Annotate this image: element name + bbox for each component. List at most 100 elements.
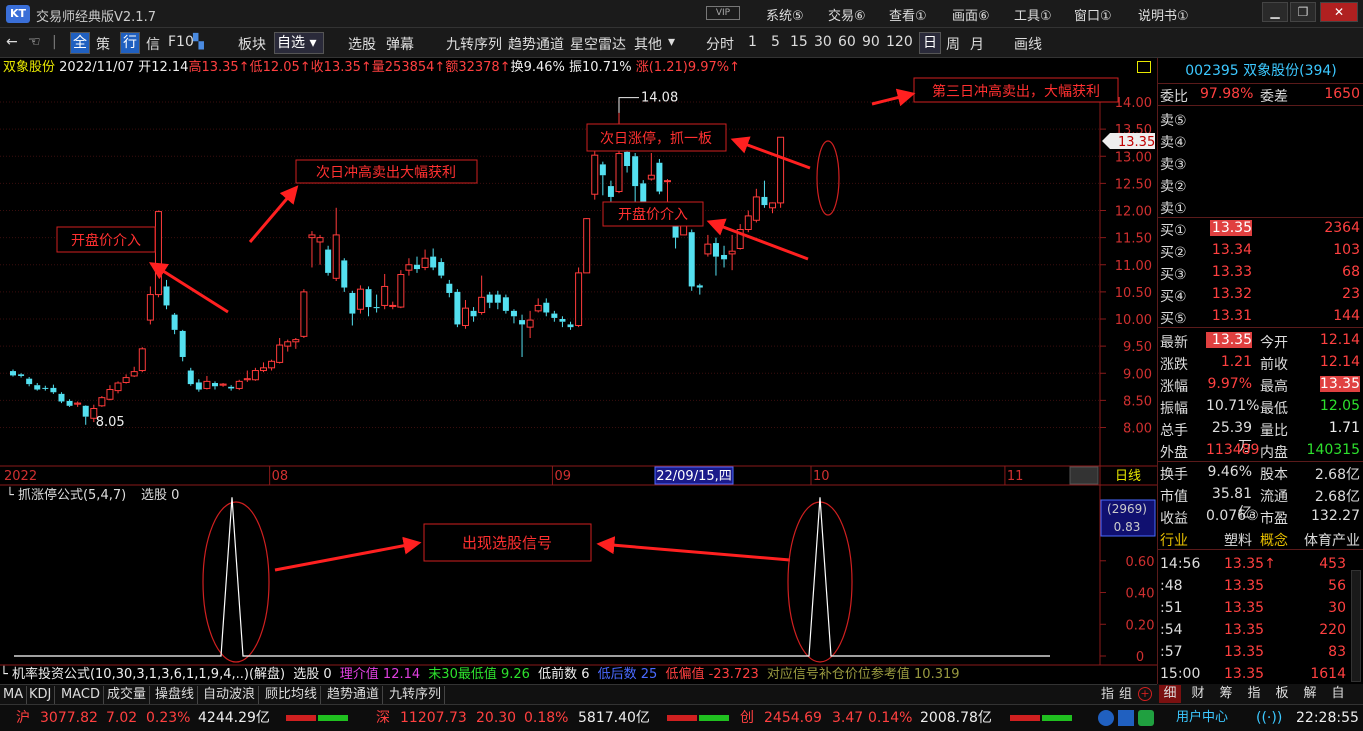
tab-detail[interactable]: 细 xyxy=(1159,685,1181,703)
period-fenshi[interactable]: 分时 xyxy=(706,34,734,54)
candle xyxy=(26,377,33,387)
tool-trend[interactable]: 趋势通道 xyxy=(508,34,564,54)
period-1[interactable]: 1 xyxy=(748,34,757,50)
tool-bankuai[interactable]: 板块 xyxy=(238,34,266,54)
price-tick-label: 9.00 xyxy=(1123,367,1152,382)
tab-custom[interactable]: 自 xyxy=(1327,685,1349,703)
stat-value: 2.68亿 xyxy=(1314,489,1360,505)
tool-xuangu[interactable]: 选股 xyxy=(348,34,376,54)
period-15[interactable]: 15 xyxy=(790,34,808,50)
vip-badge[interactable]: VIP xyxy=(706,6,740,20)
candle-body xyxy=(106,389,114,400)
scroll-handle[interactable] xyxy=(1069,466,1099,485)
menu-tools[interactable]: 工具① xyxy=(1014,5,1052,24)
tab-kdj[interactable]: KDJ xyxy=(26,686,56,704)
candle-body xyxy=(438,262,445,276)
menu-system[interactable]: 系统⑤ xyxy=(766,5,804,24)
candle-body xyxy=(122,377,130,383)
candle-body xyxy=(187,370,194,385)
tool-radar[interactable]: 星空雷达 xyxy=(570,34,626,54)
candle-body xyxy=(599,164,606,176)
tab-trend[interactable]: 趋势通道 xyxy=(324,686,384,704)
menu-trade[interactable]: 交易⑥ xyxy=(828,5,866,24)
tick-scrollbar[interactable] xyxy=(1351,570,1361,682)
tool-all[interactable]: 全 xyxy=(70,32,90,54)
tool-strategy[interactable]: 策 xyxy=(96,34,110,54)
tool-jiuzhuan[interactable]: 九转序列 xyxy=(446,34,502,54)
tool-industry[interactable]: 行 xyxy=(120,32,140,54)
tab-sector[interactable]: 板 xyxy=(1271,685,1293,703)
message-icon[interactable] xyxy=(1118,710,1134,726)
tab-ma[interactable]: MA xyxy=(0,686,28,704)
sell-label: 卖③ xyxy=(1160,157,1187,173)
sz-name[interactable]: 深 xyxy=(376,705,390,731)
candle-body xyxy=(171,314,178,330)
period-120[interactable]: 120 xyxy=(886,34,913,50)
signal-ellipse xyxy=(202,501,270,663)
tool-info[interactable]: 信 xyxy=(146,34,160,54)
annotation-text: 开盘价介入 xyxy=(71,232,141,249)
tab-index[interactable]: 指 xyxy=(1098,686,1117,704)
candle-body xyxy=(284,341,292,347)
tab-finance[interactable]: 财 xyxy=(1187,685,1209,703)
highlight-ellipse xyxy=(816,140,840,216)
candle-body xyxy=(74,402,82,405)
maximize-icon[interactable]: ❐ xyxy=(1290,2,1316,22)
back-icon[interactable]: ← xyxy=(6,34,18,50)
tab-guppy[interactable]: 顾比均线 xyxy=(262,686,322,704)
candle xyxy=(50,384,57,394)
add-icon[interactable]: + xyxy=(1138,687,1152,701)
stat-label: 涨跌 xyxy=(1160,357,1188,373)
stat-label: 概念 xyxy=(1260,533,1288,549)
candle xyxy=(114,381,122,394)
sh-amount: 4244.29亿 xyxy=(198,710,270,726)
tab-wave[interactable]: 自动波浪 xyxy=(200,686,260,704)
menu-manual[interactable]: 说明书① xyxy=(1138,5,1189,24)
tab-group[interactable]: 组 xyxy=(1116,686,1135,704)
user-center-link[interactable]: 用户中心 xyxy=(1176,705,1228,731)
tick-row: :51 13.35 30 xyxy=(1158,598,1363,620)
minimize-icon[interactable]: ▁ xyxy=(1262,2,1288,22)
candle xyxy=(777,136,785,208)
s-icon[interactable] xyxy=(1098,710,1114,726)
tool-draw[interactable]: 画线 xyxy=(1014,34,1042,54)
close-icon[interactable]: ✕ xyxy=(1320,2,1358,22)
price-tick-label: 11.50 xyxy=(1115,232,1152,247)
chevron-down-icon[interactable]: ▾ xyxy=(668,34,675,50)
candle xyxy=(349,290,356,326)
period-month[interactable]: 月 xyxy=(970,34,984,54)
candle xyxy=(656,158,663,195)
tab-indicator[interactable]: 指 xyxy=(1243,685,1265,703)
period-30[interactable]: 30 xyxy=(814,34,832,50)
sh-name[interactable]: 沪 xyxy=(16,705,30,731)
period-5[interactable]: 5 xyxy=(771,34,780,50)
menu-window[interactable]: 窗口① xyxy=(1074,5,1112,24)
kline-chart[interactable]: 14.0013.5013.0012.5012.0011.5011.0010.50… xyxy=(0,60,1160,690)
windows-icon[interactable]: ▚ xyxy=(193,34,204,50)
tab-chips[interactable]: 筹 xyxy=(1215,685,1237,703)
tool-other[interactable]: 其他 xyxy=(634,34,662,54)
candle xyxy=(438,258,445,279)
tab-macd[interactable]: MACD xyxy=(58,686,104,704)
hand-icon[interactable]: ☜ xyxy=(28,34,41,50)
tab-analysis[interactable]: 解 xyxy=(1299,685,1321,703)
tool-danmu[interactable]: 弹幕 xyxy=(386,34,414,54)
candle xyxy=(567,321,574,330)
tool-zixuan[interactable]: 自选 ▾ xyxy=(274,32,324,54)
tab-caopanxian[interactable]: 操盘线 xyxy=(152,686,199,704)
cy-name[interactable]: 创 xyxy=(740,705,754,731)
candle xyxy=(316,234,324,265)
menu-view[interactable]: 查看① xyxy=(889,5,927,24)
menu-screen[interactable]: 画面⑥ xyxy=(952,5,990,24)
refresh-icon[interactable] xyxy=(1138,710,1154,726)
stat-label: 外盘 xyxy=(1160,445,1188,461)
tab-jiuzhuan[interactable]: 九转序列 xyxy=(386,686,446,704)
period-60[interactable]: 60 xyxy=(838,34,856,50)
candle-body xyxy=(365,289,372,308)
tab-volume[interactable]: 成交量 xyxy=(104,686,151,704)
period-90[interactable]: 90 xyxy=(862,34,880,50)
date-tick-label: 09 xyxy=(554,469,571,484)
period-day[interactable]: 日 xyxy=(919,32,941,54)
period-week[interactable]: 周 xyxy=(946,34,960,54)
tool-f10[interactable]: F10 xyxy=(168,34,194,50)
